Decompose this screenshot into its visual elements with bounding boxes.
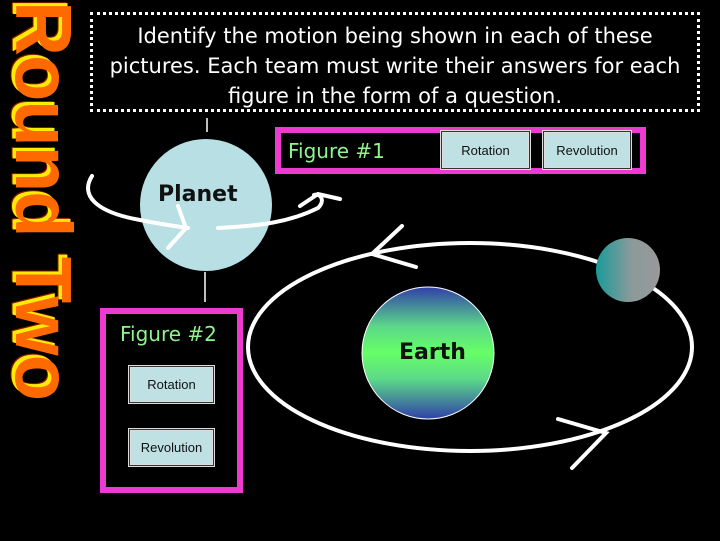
planet-label: Planet xyxy=(158,182,238,207)
orbit-arrowhead-bottom xyxy=(556,417,610,470)
moon-circle xyxy=(596,238,660,302)
figure2-box: Figure #2 Rotation Revolution xyxy=(100,308,243,493)
earth-label: Earth xyxy=(399,340,466,365)
figure1-label: Figure #1 xyxy=(288,139,385,163)
figure2-rotation-button[interactable]: Rotation xyxy=(128,365,215,404)
figure2-label: Figure #2 xyxy=(120,322,217,346)
figure1-rotation-button[interactable]: Rotation xyxy=(440,130,531,170)
figure1-box: Figure #1 Rotation Revolution xyxy=(275,127,646,174)
figure1-revolution-button[interactable]: Revolution xyxy=(542,130,632,170)
figure2-revolution-button[interactable]: Revolution xyxy=(128,428,215,467)
